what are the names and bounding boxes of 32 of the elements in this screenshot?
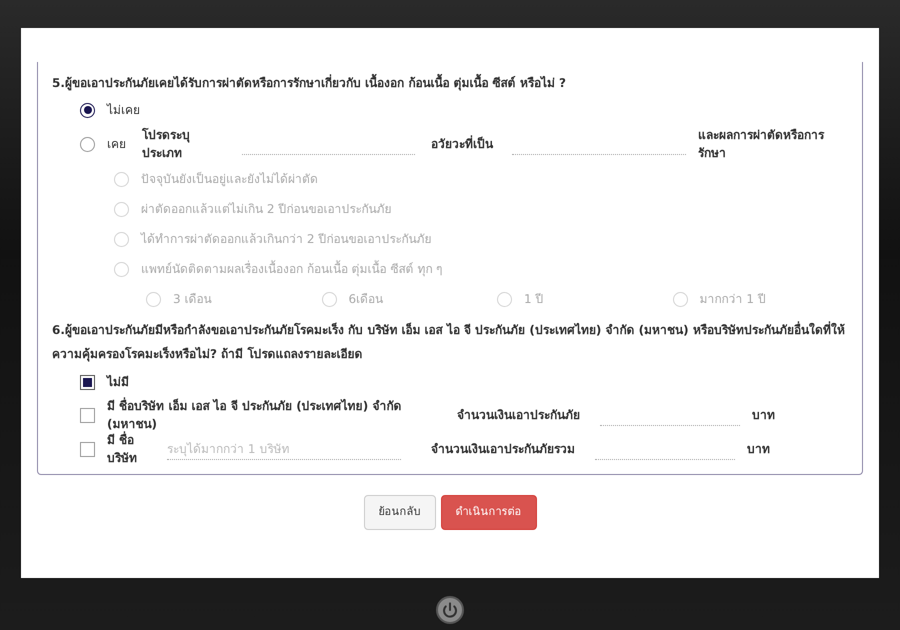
field-label: โปรดระบุประเภท (142, 126, 191, 162)
option-label: ได้ทำการผ่าตัดออกแล้วเกินกว่า 2 ปีก่อนขอเอาประกันภัย (141, 231, 432, 248)
question-title: 5.ผู้ขอเอาประกันภัยเคยได้รับการผ่าตัดหรือการรักษาเกี่ยวกับ เนื้องอก ก้อนเนื้อ ตุ่มเนื้อ ซีสต์ หรือไม่ ? (52, 72, 848, 94)
option-label: เคย (107, 136, 126, 153)
option-label: ผ่าตัดออกแล้วแต่ไม่เกิน 2 ปีก่อนขอเอาประกันภัย (141, 201, 392, 218)
power-button[interactable] (436, 596, 464, 624)
checkbox[interactable] (80, 442, 95, 456)
option-label: 3 เดือน (173, 291, 212, 308)
field-label: จำนวนเงินเอาประกันภัย (456, 407, 580, 424)
radio-button[interactable] (80, 102, 95, 118)
power-icon (442, 602, 458, 618)
back-button[interactable]: ย้อนกลับ (364, 495, 436, 530)
text-field[interactable]: ระบุได้มากกว่า 1 บริษัท (167, 438, 401, 460)
option-label: 6เดือน (348, 291, 384, 308)
option-label: มากกว่า 1 ปี (700, 291, 766, 308)
field-label: และผลการผ่าตัดหรือการรักษา (698, 127, 826, 162)
unit-label: บาท (752, 407, 775, 424)
option-label: ไม่มี (107, 374, 129, 391)
checkbox[interactable] (80, 408, 95, 422)
question-title: 6.ผู้ขอเอาประกันภัยมีหรือกำลังขอเอาประกันภัยโรคมะเร็ง กับ บริษัท เอ็ม เอส ไอ จี ประกันภัย (ประเทศไทย) จำกัด (มหาชน) หรือบริษัทประกันภัยอื่นใดที่ให้ความคุ้มครองโรคมะเร็งหรือไม่? ถ้ามี โปรดแถลงรายละเอียด (52, 320, 846, 364)
field-label: อวัยวะที่เป็น (430, 135, 494, 153)
option-label: แพทย์นัดติดตามผลเรื่องเนื้องอก ก้อนเนื้อ ตุ่มเนื้อ ซีสต์ ทุก ๆ (141, 260, 442, 278)
option-label: มี ชื่อบริษัท (107, 431, 138, 467)
option-label: ปัจจุบันยังเป็นอยู่และยังไม่ได้ผ่าตัด (141, 170, 318, 188)
checkbox[interactable] (80, 374, 95, 390)
unit-label: บาท (747, 441, 770, 458)
radio-button[interactable] (80, 136, 95, 152)
field-label: จำนวนเงินเอาประกันภัยรวม (430, 441, 575, 458)
option-label: มี ชื่อบริษัท เอ็ม เอส ไอ จี ประกันภัย (ประเทศไทย) จำกัด (มหาชน) (107, 397, 402, 431)
continue-button[interactable]: ดำเนินการต่อ (440, 495, 536, 530)
option-label: ไม่เคย (107, 102, 140, 119)
option-label: 1 ปี (524, 291, 544, 308)
